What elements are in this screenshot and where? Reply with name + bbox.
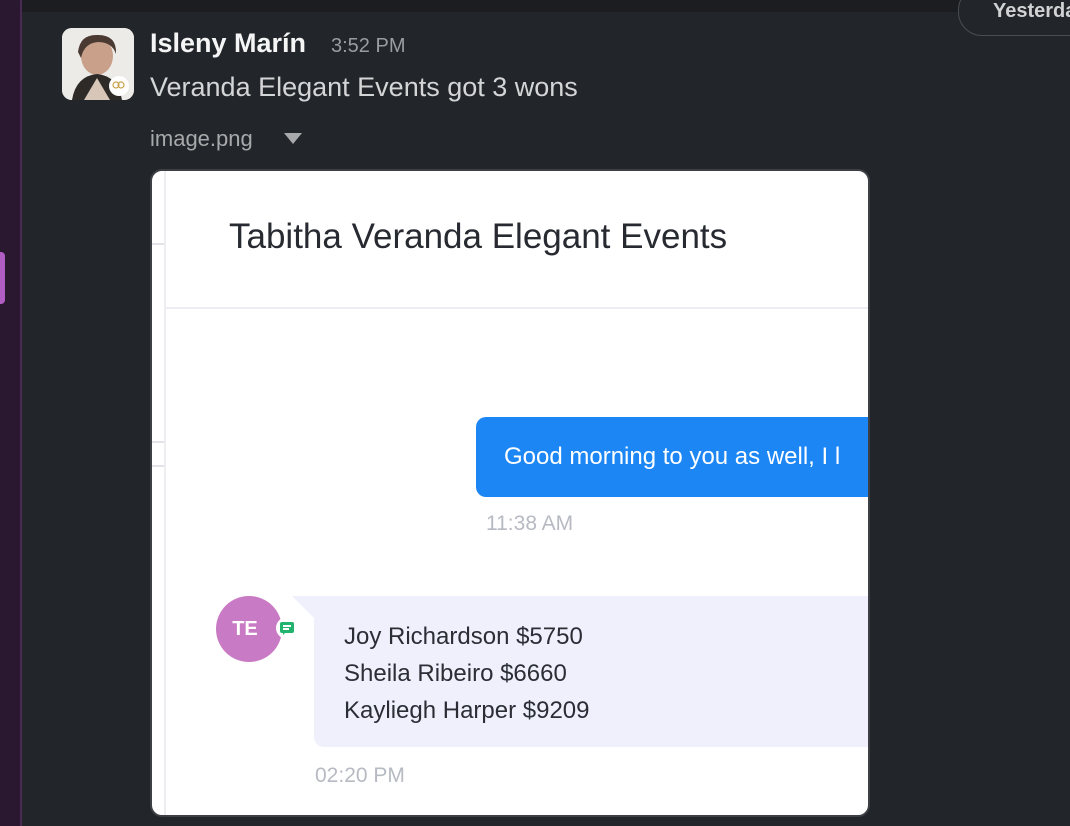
chat-bubble-icon	[276, 617, 298, 639]
received-message-time: 02:20 PM	[315, 764, 405, 787]
contact-avatar: TE	[216, 596, 282, 662]
message-text: Veranda Elegant Events got 3 wons	[150, 72, 578, 102]
sent-message-time: 11:38 AM	[486, 512, 574, 535]
caret-down-icon[interactable]	[284, 133, 302, 144]
avatar-portrait-icon	[62, 28, 134, 100]
received-line: Sheila Ribeiro $6660	[344, 660, 567, 687]
message-timestamp[interactable]: 3:52 PM	[331, 35, 405, 58]
workspace-rail	[0, 0, 22, 826]
active-channel-indicator	[0, 252, 5, 304]
attachment-image[interactable]: Tabitha Veranda Elegant Events Good morn…	[150, 169, 870, 817]
image-panel-divider	[152, 441, 164, 443]
previous-message-edge	[22, 0, 1070, 12]
date-divider-button[interactable]: Yesterday	[958, 0, 1070, 36]
image-panel-divider	[152, 243, 164, 245]
received-line: Joy Richardson $5750	[344, 623, 583, 650]
contact-initials: TE	[232, 618, 258, 640]
image-panel-divider	[152, 465, 164, 467]
message-author[interactable]: Isleny Marín	[150, 28, 306, 59]
user-photo-avatar[interactable]	[62, 28, 134, 100]
sent-message-bubble: Good morning to you as well, I l	[476, 417, 868, 497]
header-divider	[166, 307, 868, 309]
image-panel-edge	[164, 171, 166, 815]
message-pane: Yesterday Isleny Marín 3:52 PM Veranda E…	[22, 0, 1070, 826]
received-line: Kayliegh Harper $9209	[344, 697, 590, 724]
received-message-bubble: Joy Richardson $5750 Sheila Ribeiro $666…	[292, 596, 868, 747]
conversation-title: Tabitha Veranda Elegant Events	[229, 217, 728, 256]
attachment-file-name[interactable]: image.png	[150, 126, 253, 152]
date-divider-label: Yesterday	[993, 0, 1070, 22]
sent-message-text: Good morning to you as well, I l	[504, 443, 841, 470]
